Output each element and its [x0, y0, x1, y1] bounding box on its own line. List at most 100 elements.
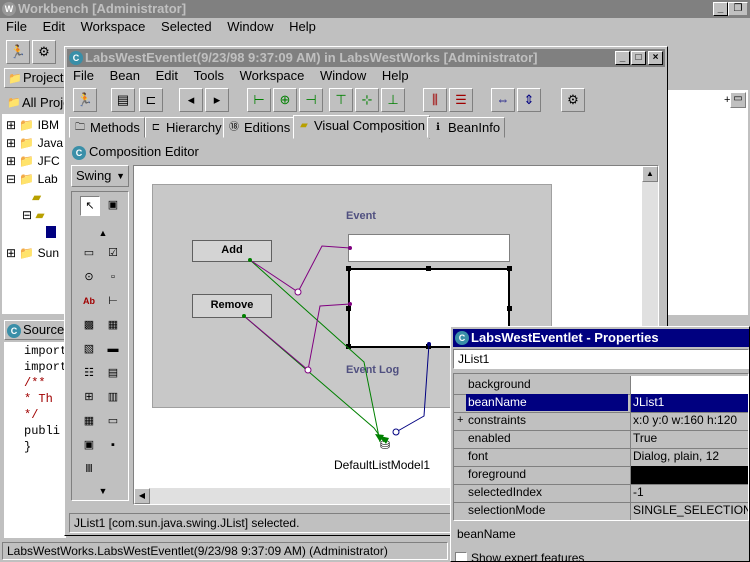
bean-chooser-icon[interactable]: ▣	[104, 196, 122, 214]
inner-maximize-button[interactable]: □	[631, 51, 646, 65]
align-top-icon[interactable]: ⊤	[329, 88, 353, 112]
tab-beaninfo[interactable]: ℹ BeanInfo	[427, 117, 506, 138]
bean-selector[interactable]: JList1	[453, 349, 749, 369]
jslider-icon[interactable]: ▬	[104, 340, 122, 358]
scroll-up-icon[interactable]: ▲	[94, 224, 112, 242]
tree-item[interactable]: ⊟ 📁 Lab	[6, 172, 58, 186]
distribute-h-icon[interactable]: ⫼	[423, 88, 447, 112]
gear-icon[interactable]: ⚙	[32, 40, 56, 64]
folder-icon: 📁	[7, 97, 21, 109]
distribute-v-icon[interactable]: ☰	[449, 88, 473, 112]
folder-icon: 📁	[8, 73, 22, 85]
jpanel-icon[interactable]: ▩	[80, 316, 98, 334]
jprogressbar-icon[interactable]: ▣	[80, 436, 98, 454]
inner-menu-file[interactable]: File	[67, 68, 100, 83]
jtextfield-icon[interactable]: ▭	[80, 244, 98, 262]
inner-minimize-button[interactable]: _	[615, 51, 630, 65]
align-left-icon[interactable]: ⊢	[247, 88, 271, 112]
forward-icon[interactable]: ▸	[205, 88, 229, 112]
jtree-icon[interactable]: ⊞	[80, 388, 98, 406]
run-icon[interactable]: 🏃	[6, 40, 30, 64]
scroll-down-icon[interactable]: ▼	[94, 482, 112, 500]
tab-visual-composition[interactable]: ▰ Visual Composition	[293, 115, 431, 139]
jtoolbar-icon[interactable]: ▭	[104, 412, 122, 430]
gear-icon[interactable]: ⚙	[561, 88, 585, 112]
source-code[interactable]: import import /** * Th */ publi }	[4, 342, 67, 538]
inner-close-button[interactable]: ×	[648, 51, 663, 65]
property-row-font[interactable]: font Dialog, plain, 12	[454, 448, 748, 467]
inner-menu-edit[interactable]: Edit	[150, 68, 184, 83]
tree-item[interactable]: ⊞ 📁 IBM	[6, 118, 59, 132]
jtogglebutton-icon[interactable]: ▫	[104, 268, 122, 286]
property-row-selectionmode[interactable]: selectionMode SINGLE_SELECTION	[454, 502, 748, 520]
jtabbedpane-icon[interactable]: ▥	[104, 388, 122, 406]
connection-end	[348, 246, 352, 250]
properties-title: LabsWestEventlet - Properties	[471, 330, 659, 345]
outer-title: Workbench [Administrator]	[18, 1, 187, 16]
align-right-icon[interactable]: ⊣	[299, 88, 323, 112]
class-icon: C	[69, 51, 83, 65]
remove-to-model-connection	[243, 315, 385, 443]
jcheckbox-icon[interactable]: ☑	[104, 244, 122, 262]
tree-item[interactable]: ⊞ 📁 JFC	[6, 154, 60, 168]
scroll-left-icon[interactable]: ◀	[134, 488, 150, 504]
outer-menu-window[interactable]: Window	[221, 19, 279, 34]
run-icon[interactable]: 🏃	[73, 88, 97, 112]
align-middle-icon[interactable]: ⊹	[355, 88, 379, 112]
outer-menu-help[interactable]: Help	[283, 19, 322, 34]
outer-menu-file[interactable]: File	[0, 19, 33, 34]
outer-menu-workspace[interactable]: Workspace	[75, 19, 152, 34]
tab-hierarchy[interactable]: ⊏ Hierarchy	[145, 117, 227, 138]
arrow-head	[380, 436, 389, 444]
jlabel-icon[interactable]: Ab	[80, 292, 98, 310]
outer-menu-edit[interactable]: Edit	[37, 19, 71, 34]
jscrollpane-icon[interactable]: ▦	[104, 316, 122, 334]
beaninfo-icon: ℹ	[436, 122, 440, 133]
tree-item[interactable]: ⊞ 📁 Java	[6, 136, 63, 150]
align-bottom-icon[interactable]: ⊥	[381, 88, 405, 112]
inner-menu-workspace[interactable]: Workspace	[234, 68, 311, 83]
tab-projects[interactable]: 📁 Projects	[4, 68, 66, 88]
tab-methods[interactable]: 🗀 Methods	[69, 117, 145, 138]
property-row-enabled[interactable]: enabled True	[454, 430, 748, 449]
back-icon[interactable]: ◂	[179, 88, 203, 112]
same-width-icon[interactable]: ⇔	[491, 88, 515, 112]
expert-checkbox[interactable]	[455, 552, 467, 561]
inner-title: LabsWestEventlet(9/23/98 9:37:09 AM) in …	[85, 50, 538, 65]
tab-source[interactable]: C Source	[4, 320, 66, 340]
property-row-foreground[interactable]: foreground	[454, 466, 748, 485]
expand-icon[interactable]: +	[457, 412, 463, 429]
restore-button[interactable]: ❐	[728, 2, 748, 16]
inner-menu-bean[interactable]: Bean	[104, 68, 146, 83]
jmenu-icon[interactable]: ▦	[80, 412, 98, 430]
tree-item[interactable]: ⊟ ▰	[22, 208, 45, 222]
jsplitpane-icon[interactable]: ⊢	[104, 292, 122, 310]
inner-menu-tools[interactable]: Tools	[188, 68, 230, 83]
jseparator-icon[interactable]: ▪	[104, 436, 122, 454]
selection-tool-icon[interactable]: ↖	[80, 196, 100, 216]
jlist-icon[interactable]: ☷	[80, 364, 98, 382]
hierarchy-icon[interactable]: ⊏	[139, 88, 163, 112]
property-row-background[interactable]: background	[454, 376, 748, 395]
jscrollbar-icon[interactable]: Ⅲ	[80, 460, 98, 478]
tree-item[interactable]: ⊞ 📁 Sun	[6, 246, 59, 260]
align-center-icon[interactable]: ⊕	[273, 88, 297, 112]
inner-menu-help[interactable]: Help	[376, 68, 415, 83]
scroll-button[interactable]: ▭	[730, 92, 746, 108]
jtextarea-icon[interactable]: ▧	[80, 340, 98, 358]
connection-end	[348, 302, 352, 306]
palette-category-select[interactable]: Swing ▼	[71, 165, 129, 187]
jradiobutton-icon[interactable]: ⊙	[80, 268, 98, 286]
inner-menu-window[interactable]: Window	[314, 68, 372, 83]
tab-editions[interactable]: ⑱ Editions	[223, 117, 296, 138]
list-icon[interactable]: ▤	[111, 88, 135, 112]
same-height-icon[interactable]: ⇕	[517, 88, 541, 112]
jtable-icon[interactable]: ▤	[104, 364, 122, 382]
property-row-beanname[interactable]: beanName JList1	[454, 394, 748, 413]
show-expert-features[interactable]: Show expert features	[455, 551, 745, 561]
package-icon: ▰	[32, 190, 42, 204]
scroll-up-icon[interactable]: ▲	[642, 166, 658, 182]
property-row-selectedindex[interactable]: selectedIndex -1	[454, 484, 748, 503]
outer-menu-selected[interactable]: Selected	[155, 19, 218, 34]
property-row-constraints[interactable]: + constraints x:0 y:0 w:160 h:120	[454, 412, 748, 431]
